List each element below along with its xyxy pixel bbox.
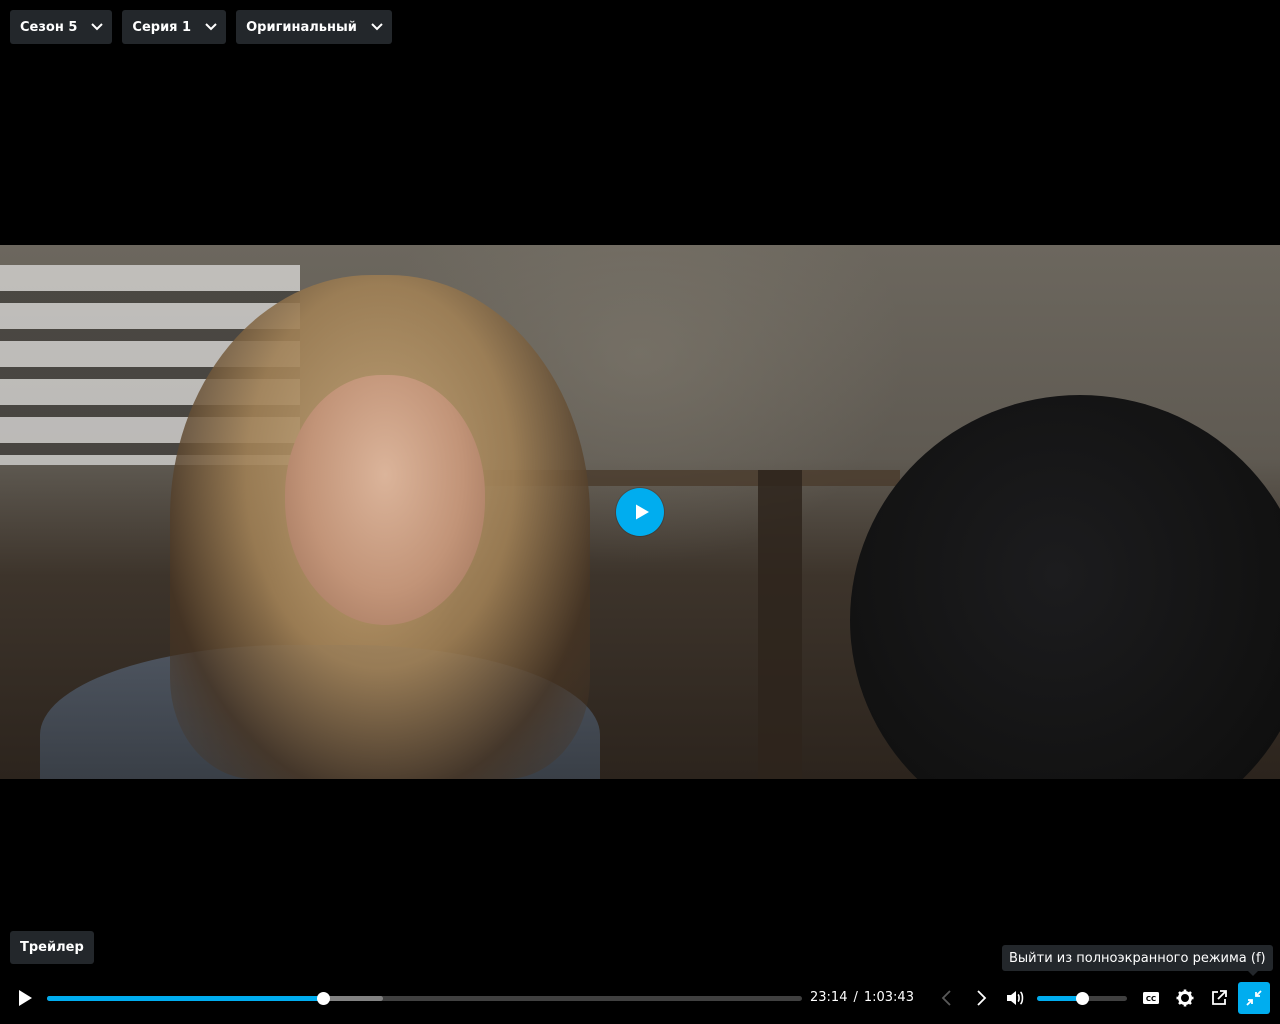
popout-button[interactable] bbox=[1204, 983, 1234, 1013]
play-icon bbox=[636, 504, 649, 520]
progress-bar[interactable] bbox=[47, 992, 802, 1005]
mute-button[interactable] bbox=[1000, 983, 1030, 1013]
cc-icon: CC bbox=[1143, 992, 1159, 1004]
video-scene-person-face bbox=[285, 375, 485, 625]
chevron-down-icon bbox=[371, 23, 383, 31]
control-bar: 23:14 / 1:03:43 CC bbox=[0, 980, 1280, 1016]
trailer-button[interactable]: Трейлер bbox=[10, 931, 94, 964]
chevron-left-icon bbox=[941, 990, 951, 1006]
chevron-right-icon bbox=[977, 990, 987, 1006]
time-display: 23:14 / 1:03:43 bbox=[810, 990, 914, 1005]
volume-thumb[interactable] bbox=[1076, 992, 1089, 1005]
play-icon bbox=[19, 990, 32, 1006]
svg-text:CC: CC bbox=[1146, 995, 1156, 1003]
next-episode-button[interactable] bbox=[966, 983, 996, 1013]
settings-button[interactable] bbox=[1170, 983, 1200, 1013]
progress-thumb[interactable] bbox=[316, 992, 330, 1005]
audio-select-label: Оригинальный bbox=[246, 19, 357, 35]
captions-button[interactable]: CC bbox=[1136, 983, 1166, 1013]
episode-select-label: Серия 1 bbox=[132, 19, 192, 35]
volume-slider[interactable] bbox=[1037, 992, 1127, 1005]
video-scene-post bbox=[758, 470, 802, 779]
big-play-button[interactable] bbox=[616, 488, 664, 536]
volume-icon bbox=[1007, 991, 1024, 1005]
chevron-down-icon bbox=[205, 23, 217, 31]
exit-fullscreen-button[interactable] bbox=[1238, 982, 1270, 1014]
duration: 1:03:43 bbox=[863, 990, 914, 1005]
exit-fullscreen-icon bbox=[1246, 990, 1262, 1006]
video-scene-foreground-head bbox=[850, 395, 1280, 779]
top-selectors: Сезон 5 Серия 1 Оригинальный bbox=[10, 10, 392, 44]
external-link-icon bbox=[1212, 990, 1227, 1005]
chevron-down-icon bbox=[91, 23, 104, 31]
exit-fullscreen-tooltip: Выйти из полноэкранного режима (f) bbox=[1002, 945, 1273, 976]
prev-episode-button[interactable] bbox=[932, 983, 962, 1013]
audio-select[interactable]: Оригинальный bbox=[236, 10, 392, 44]
season-select[interactable]: Сезон 5 bbox=[10, 10, 113, 44]
season-select-label: Сезон 5 bbox=[20, 19, 78, 35]
episode-select[interactable]: Серия 1 bbox=[122, 10, 227, 44]
play-button[interactable] bbox=[10, 983, 40, 1013]
gear-icon bbox=[1176, 989, 1194, 1007]
time-separator: / bbox=[853, 990, 858, 1005]
progress-played bbox=[47, 996, 323, 1001]
current-time: 23:14 bbox=[810, 990, 848, 1005]
